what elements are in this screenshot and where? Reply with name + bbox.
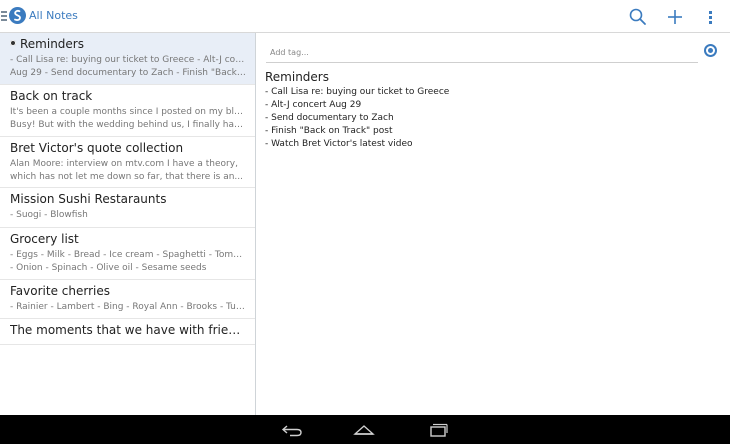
note-title: Reminders — [10, 37, 247, 51]
note-title: Back on track — [10, 89, 93, 103]
note-list-item[interactable]: Bret Victor's quote collection Alan Moor… — [0, 137, 255, 188]
overflow-menu-icon[interactable] — [700, 6, 722, 28]
app-logo-icon[interactable] — [9, 7, 26, 24]
note-preview-line: - Call Lisa re: buying our ticket to Gre… — [10, 55, 247, 65]
note-body-line[interactable]: - Call Lisa re: buying our ticket to Gre… — [265, 87, 449, 97]
add-note-icon[interactable] — [664, 6, 686, 28]
note-body-line[interactable]: - Finish "Back on Track" post — [265, 126, 393, 136]
note-body-title[interactable]: Reminders — [265, 70, 329, 84]
note-preview-line: - Suogi - Blowfish — [10, 210, 88, 220]
add-tag-input[interactable] — [266, 41, 698, 63]
recent-apps-icon[interactable] — [426, 422, 450, 438]
search-icon[interactable] — [627, 6, 649, 28]
note-title: Bret Victor's quote collection — [10, 141, 184, 155]
note-preview-line: - Onion - Spinach - Olive oil - Sesame s… — [10, 263, 207, 273]
note-preview-line: Aug 29 - Send documentary to Zach - Fini… — [10, 68, 247, 78]
note-body-line[interactable]: - Alt-J concert Aug 29 — [265, 100, 361, 110]
note-title: Grocery list — [10, 232, 79, 246]
note-title: Mission Sushi Restaraunts — [10, 192, 167, 206]
note-list-item[interactable]: Mission Sushi Restaraunts - Suogi - Blow… — [0, 188, 255, 228]
note-preview-line: - Eggs - Milk - Bread - Ice cream - Spag… — [10, 250, 247, 260]
note-body-line[interactable]: - Send documentary to Zach — [265, 113, 394, 123]
note-title: The moments that we have with friends an… — [10, 323, 247, 337]
note-list-item[interactable]: Reminders - Call Lisa re: buying our tic… — [0, 33, 255, 85]
note-title: Favorite cherries — [10, 284, 110, 298]
note-list-item[interactable]: The moments that we have with friends an… — [0, 319, 255, 345]
note-body-line[interactable]: - Watch Bret Victor's latest video — [265, 139, 413, 149]
notes-list: Reminders - Call Lisa re: buying our tic… — [0, 33, 256, 415]
note-preview-line: - Rainier - Lambert - Bing - Royal Ann -… — [10, 302, 247, 312]
note-list-item[interactable]: Back on track It's been a couple months … — [0, 85, 255, 137]
page-title[interactable]: All Notes — [29, 9, 78, 22]
note-preview-line: Busy! But with the wedding behind us, I … — [10, 120, 247, 130]
note-list-item[interactable]: Favorite cherries - Rainier - Lambert - … — [0, 280, 255, 319]
pinned-icon — [10, 40, 16, 46]
note-list-item[interactable]: Grocery list - Eggs - Milk - Bread - Ice… — [0, 228, 255, 280]
note-editor: Reminders - Call Lisa re: buying our tic… — [257, 33, 730, 415]
drawer-menu-icon[interactable] — [1, 11, 7, 22]
home-icon[interactable] — [352, 422, 376, 438]
note-preview-line: It's been a couple months since I posted… — [10, 107, 247, 117]
note-preview-line: which has not let me down so far, that t… — [10, 172, 244, 182]
action-bar: All Notes — [0, 0, 730, 33]
system-nav-bar — [0, 415, 730, 444]
info-icon[interactable] — [704, 44, 717, 57]
back-icon[interactable] — [281, 422, 305, 438]
note-preview-line: Alan Moore: interview on mtv.com I have … — [10, 159, 238, 169]
